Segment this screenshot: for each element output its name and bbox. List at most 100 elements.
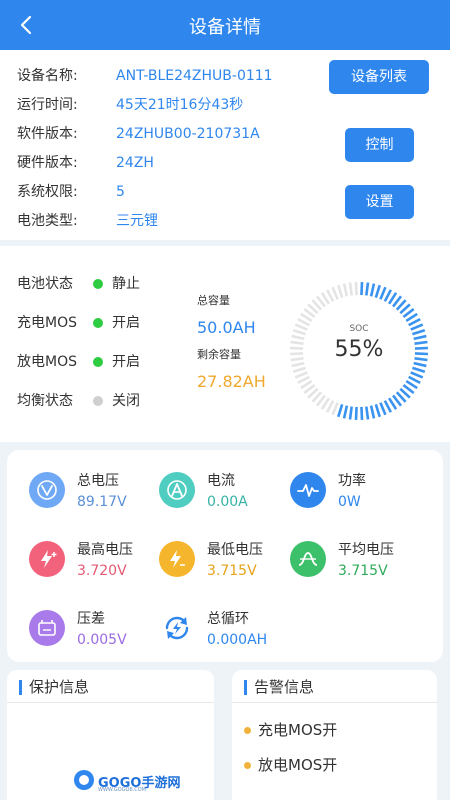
control-button[interactable]: 控制 [345, 128, 414, 162]
info-label: 硬件版本: [17, 155, 78, 171]
section-accent-bar [244, 680, 247, 695]
settings-button[interactable]: 设置 [345, 185, 414, 219]
metric-power: 功率 0W [290, 470, 430, 520]
soc-gauge-tick [342, 405, 349, 419]
alarm-info-panel: 告警信息 充电MOS开 放电MOS开 [232, 670, 437, 800]
current-icon [159, 472, 195, 508]
cycle-icon [159, 610, 195, 646]
soc-gauge-tick [354, 406, 358, 420]
metric-value: 0.00A [207, 494, 248, 510]
metric-max-voltage: 最高电压 3.720V [29, 539, 169, 589]
soc-gauge-tick [325, 400, 335, 413]
charge-mos-value: 开启 [112, 315, 140, 331]
metric-value: 3.720V [77, 563, 127, 579]
soc-gauge-tick [354, 282, 358, 296]
metric-name: 平均电压 [338, 542, 394, 558]
soc-gauge-tick [383, 289, 393, 302]
total-capacity-label: 总容量 [197, 294, 230, 307]
soc-gauge-tick [342, 283, 349, 297]
max-voltage-icon [29, 541, 65, 577]
soc-percent: 55% [334, 337, 384, 362]
soc-gauge-tick [292, 366, 306, 373]
soc-gauge-tick [348, 282, 353, 296]
info-label: 电池类型: [17, 213, 78, 229]
alarm-text: 充电MOS开 [258, 721, 338, 739]
metric-name: 最高电压 [77, 542, 133, 558]
metric-value: 0.000AH [207, 632, 268, 648]
soc-gauge-tick [331, 286, 339, 300]
status-label: 充电MOS [17, 315, 77, 331]
status-dot [93, 357, 103, 367]
metric-min-voltage: 最低电压 3.715V [159, 539, 299, 589]
remaining-capacity-label: 剩余容量 [197, 348, 241, 361]
divider [7, 702, 214, 703]
divider [232, 702, 437, 703]
soc-gauge-tick [360, 282, 364, 296]
soc-gauge-tick [413, 361, 427, 368]
soc-gauge-tick [337, 404, 344, 418]
metric-value: 0.005V [77, 632, 127, 648]
soc-gauge-tick [331, 402, 339, 416]
soc-gauge-tick [365, 406, 370, 420]
device-list-button[interactable]: 设备列表 [329, 60, 429, 94]
watermark-url: WWW.GOGO8.COM [98, 787, 146, 793]
balance-state-value: 关闭 [112, 393, 140, 409]
status-dot [93, 279, 103, 289]
device-name-value: ANT-BLE24ZHUB-0111 [116, 68, 273, 84]
metric-value: 3.715V [338, 563, 388, 579]
voltage-diff-icon [29, 610, 65, 646]
hardware-version-value: 24ZH [116, 155, 154, 171]
soc-gauge-tick [410, 371, 424, 379]
soc-gauge-tick [374, 404, 381, 418]
metric-name: 功率 [338, 473, 366, 489]
metric-name: 总循环 [207, 611, 249, 627]
info-label: 软件版本: [17, 126, 78, 142]
soc-gauge-tick [365, 282, 370, 296]
power-icon [290, 472, 326, 508]
soc-gauge-tick [408, 375, 421, 385]
metric-total-voltage: 总电压 89.17V [29, 470, 169, 520]
soc-gauge-tick [337, 284, 344, 298]
soc-label: SOC [349, 324, 369, 334]
app-header: 设备详情 [0, 0, 450, 50]
uptime-value: 45天21时16分43秒 [116, 97, 244, 113]
battery-type-value: 三元锂 [116, 213, 158, 229]
soc-gauge-tick [412, 366, 426, 373]
alarm-dot [244, 727, 251, 734]
voltage-icon [29, 472, 65, 508]
metric-value: 0W [338, 494, 361, 510]
soc-gauge-tick [369, 405, 376, 419]
metric-name: 总电压 [77, 473, 119, 489]
min-voltage-icon [159, 541, 195, 577]
metric-value: 89.17V [77, 494, 127, 510]
metric-name: 最低电压 [207, 542, 263, 558]
soc-gauge-tick [369, 283, 376, 297]
metric-current: 电流 0.00A [159, 470, 299, 520]
discharge-mos-value: 开启 [112, 354, 140, 370]
protection-info-title: 保护信息 [29, 678, 90, 696]
alarm-dot [244, 762, 251, 769]
alarm-text: 放电MOS开 [258, 756, 338, 774]
metric-voltage-diff: 压差 0.005V [29, 608, 169, 658]
soc-gauge-tick [348, 406, 353, 420]
status-dot [93, 318, 103, 328]
soc-gauge: SOC 55% [288, 280, 430, 422]
info-label: 运行时间: [17, 97, 78, 113]
section-accent-bar [19, 680, 22, 695]
battery-state-value: 静止 [112, 276, 140, 292]
status-label: 均衡状态 [17, 393, 73, 409]
metric-name: 压差 [77, 611, 105, 627]
page-title: 设备详情 [189, 17, 261, 38]
metric-name: 电流 [207, 473, 235, 489]
status-label: 放电MOS [17, 354, 77, 370]
status-dot [93, 396, 103, 406]
soc-gauge-tick [297, 375, 310, 385]
soc-gauge-tick [291, 361, 305, 368]
soc-gauge-tick [379, 402, 387, 416]
metrics-card: 总电压 89.17V 电流 0.00A 功率 0W 最高电压 3.720V 最低… [7, 450, 443, 662]
metric-avg-voltage: 平均电压 3.715V [290, 539, 430, 589]
soc-gauge-tick [325, 289, 335, 302]
status-label: 电池状态 [17, 276, 73, 292]
alarm-info-title: 告警信息 [254, 678, 315, 696]
total-capacity-value: 50.0AH [197, 318, 256, 337]
